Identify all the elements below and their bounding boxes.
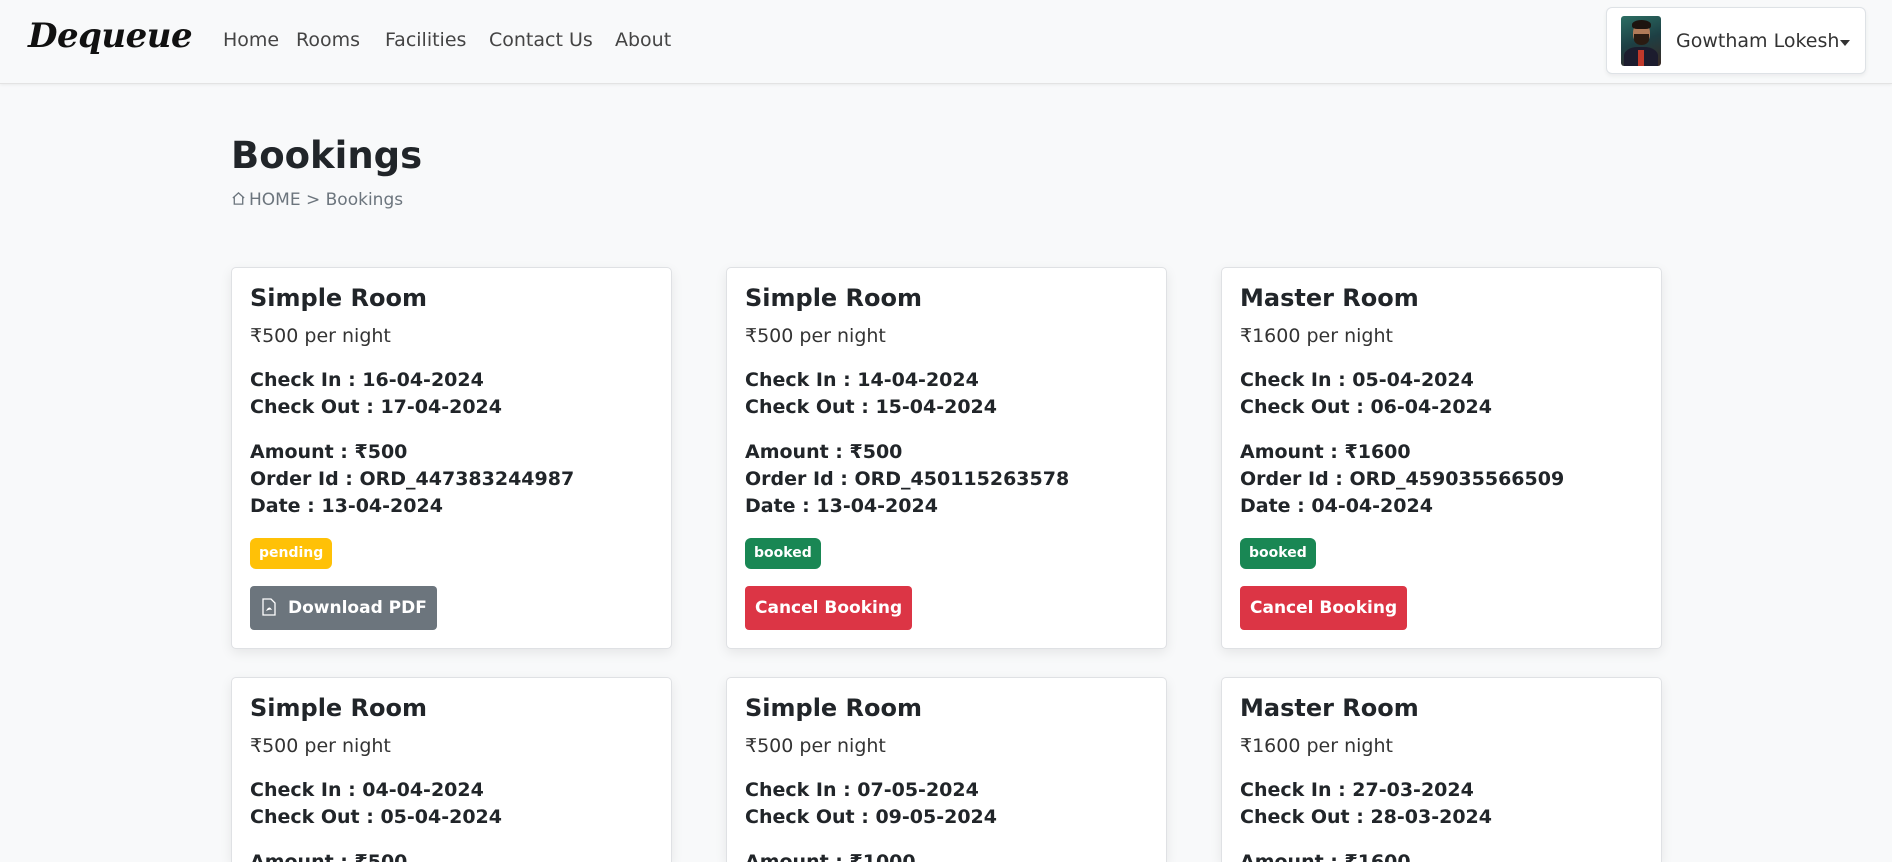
nav-about[interactable]: About	[615, 29, 671, 51]
check-in: Check In : 04-04-2024	[250, 779, 484, 801]
booking-date: Date : 13-04-2024	[250, 495, 443, 517]
cancel-booking-button[interactable]: Cancel Booking	[1240, 586, 1408, 630]
nav-contact-us[interactable]: Contact Us	[489, 29, 593, 51]
check-out: Check Out : 09-05-2024	[745, 806, 997, 828]
home-icon	[232, 191, 245, 205]
nav-home[interactable]: Home	[223, 29, 279, 51]
user-menu-button[interactable]: Gowtham Lokesh	[1606, 7, 1866, 74]
booking-card: Simple Room ₹500 per night Check In : 16…	[231, 267, 672, 649]
room-name: Master Room	[1240, 284, 1419, 312]
page-title: Bookings	[231, 134, 423, 177]
download-pdf-button[interactable]: Download PDF	[250, 586, 437, 630]
check-out: Check Out : 17-04-2024	[250, 396, 502, 418]
room-price: ₹500 per night	[745, 735, 886, 757]
chevron-down-icon	[1840, 40, 1850, 46]
room-name: Simple Room	[250, 694, 428, 722]
room-price: ₹500 per night	[250, 325, 391, 347]
order-id: Order Id : ORD_459035566509	[1240, 468, 1565, 490]
booking-date: Date : 04-04-2024	[1240, 495, 1433, 517]
booking-card: Master Room ₹1600 per night Check In : 2…	[1221, 677, 1662, 862]
download-pdf-label: Download PDF	[288, 598, 427, 618]
amount: Amount : ₹1600	[1240, 851, 1411, 862]
check-in: Check In : 27-03-2024	[1240, 779, 1474, 801]
amount: Amount : ₹1600	[1240, 441, 1411, 463]
amount: Amount : ₹500	[250, 441, 408, 463]
check-in: Check In : 16-04-2024	[250, 369, 484, 391]
check-in: Check In : 05-04-2024	[1240, 369, 1474, 391]
status-badge: booked	[1240, 538, 1316, 569]
breadcrumb-current: Bookings	[325, 190, 404, 210]
nav-rooms[interactable]: Rooms	[296, 29, 360, 51]
booking-card: Master Room ₹1600 per night Check In : 0…	[1221, 267, 1662, 649]
amount: Amount : ₹500	[250, 851, 408, 862]
status-badge: pending	[250, 538, 333, 569]
breadcrumb-home-link[interactable]: HOME	[249, 190, 301, 210]
status-badge: booked	[745, 538, 821, 569]
room-name: Simple Room	[745, 284, 923, 312]
file-pdf-icon	[262, 598, 276, 616]
room-name: Simple Room	[745, 694, 923, 722]
booking-card: Simple Room ₹500 per night Check In : 14…	[726, 267, 1167, 649]
amount: Amount : ₹1000	[745, 851, 916, 862]
user-name: Gowtham Lokesh	[1676, 30, 1840, 52]
room-name: Simple Room	[250, 284, 428, 312]
room-price: ₹500 per night	[745, 325, 886, 347]
order-id: Order Id : ORD_447383244987	[250, 468, 575, 490]
room-price: ₹500 per night	[250, 735, 391, 757]
check-in: Check In : 07-05-2024	[745, 779, 979, 801]
booking-date: Date : 13-04-2024	[745, 495, 938, 517]
breadcrumb: HOME > Bookings	[231, 190, 403, 210]
brand-logo[interactable]: Dequeue	[28, 16, 193, 56]
navbar: Dequeue Home Rooms Facilities Contact Us…	[0, 0, 1892, 84]
booking-card: Simple Room ₹500 per night Check In : 04…	[231, 677, 672, 862]
room-name: Master Room	[1240, 694, 1419, 722]
room-price: ₹1600 per night	[1240, 735, 1393, 757]
check-out: Check Out : 15-04-2024	[745, 396, 997, 418]
check-out: Check Out : 05-04-2024	[250, 806, 502, 828]
amount: Amount : ₹500	[745, 441, 903, 463]
cancel-booking-button[interactable]: Cancel Booking	[745, 586, 913, 630]
check-in: Check In : 14-04-2024	[745, 369, 979, 391]
avatar	[1621, 16, 1661, 66]
room-price: ₹1600 per night	[1240, 325, 1393, 347]
nav-facilities[interactable]: Facilities	[385, 29, 466, 51]
check-out: Check Out : 28-03-2024	[1240, 806, 1492, 828]
check-out: Check Out : 06-04-2024	[1240, 396, 1492, 418]
order-id: Order Id : ORD_450115263578	[745, 468, 1070, 490]
booking-card: Simple Room ₹500 per night Check In : 07…	[726, 677, 1167, 862]
breadcrumb-separator: >	[305, 190, 321, 210]
